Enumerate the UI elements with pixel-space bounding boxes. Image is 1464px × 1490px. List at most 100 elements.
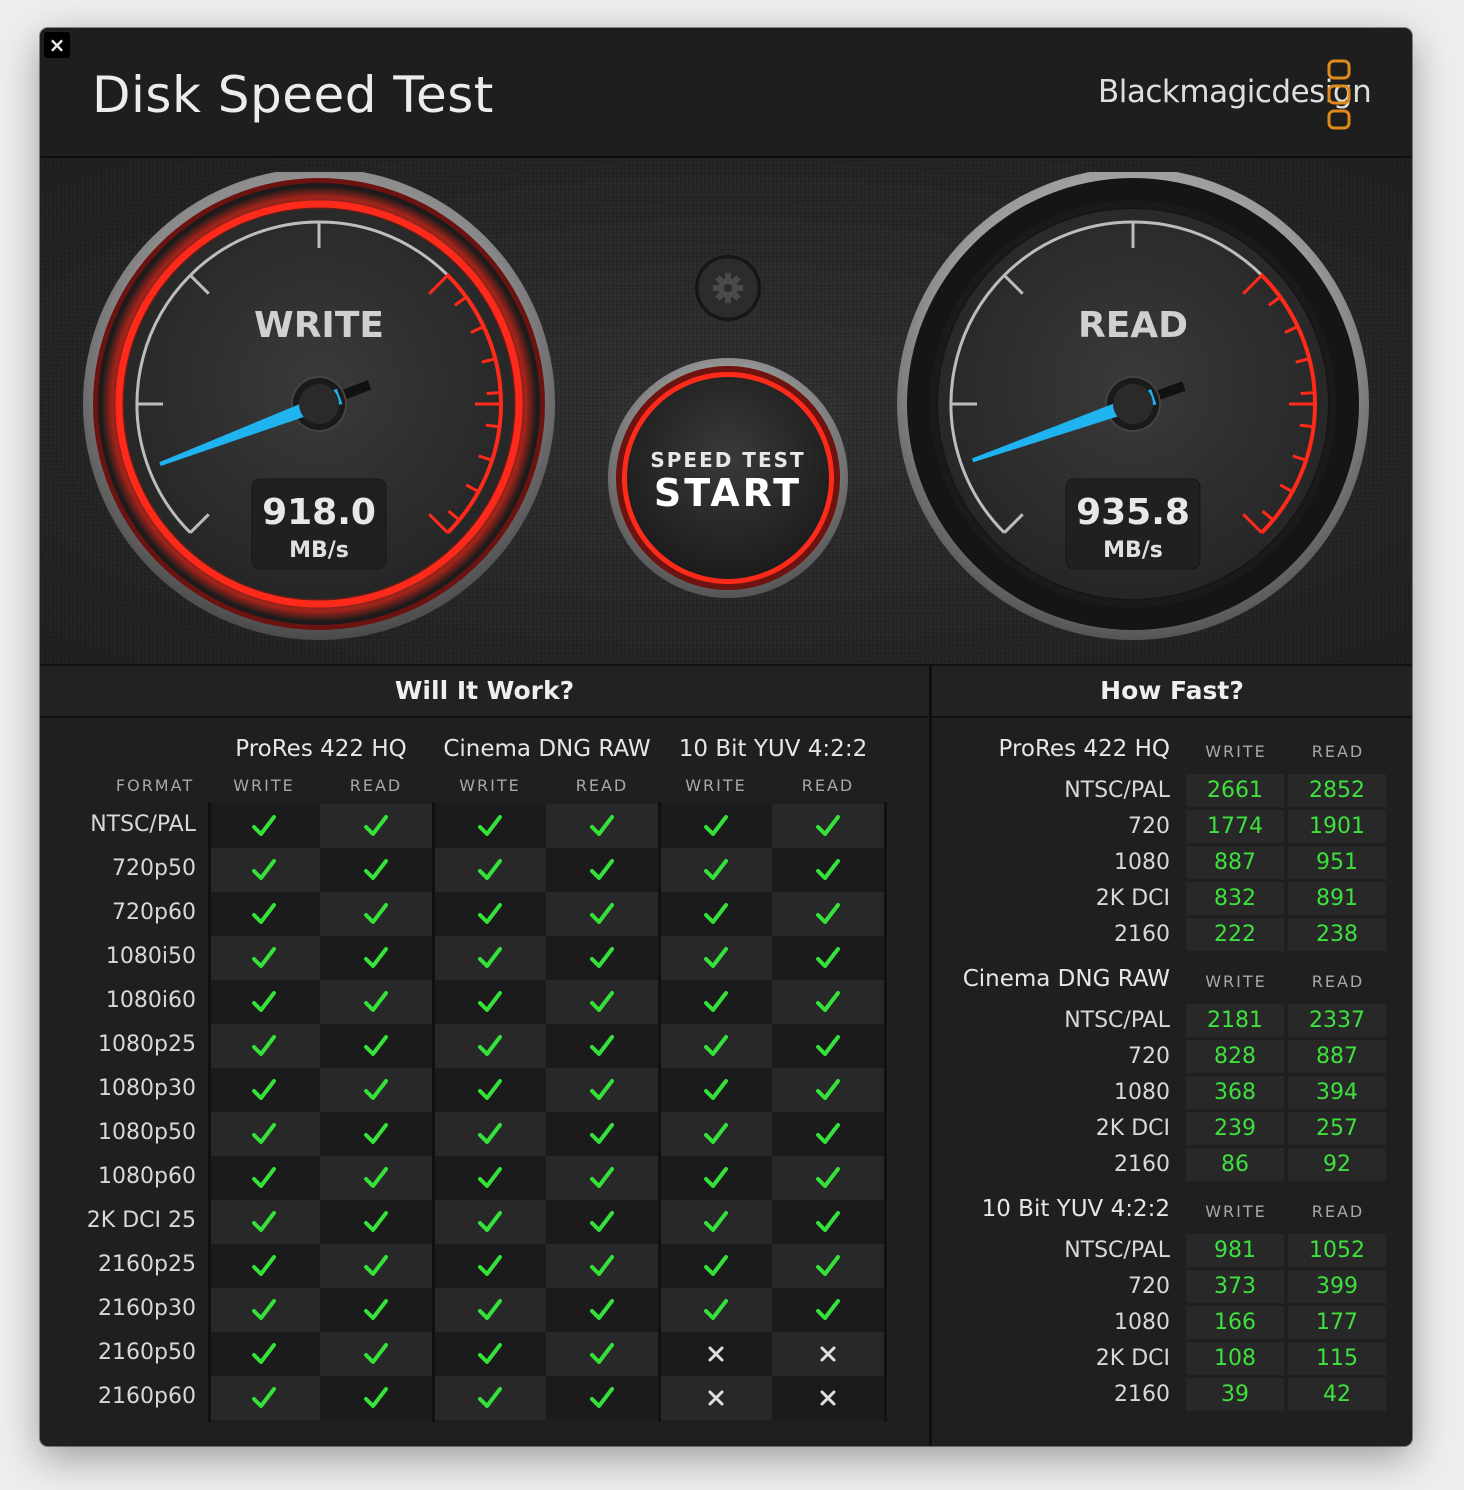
- result-cell: [208, 1112, 320, 1156]
- checkmark-icon: [478, 1167, 502, 1188]
- result-cell: [208, 936, 320, 980]
- result-cell: [772, 1332, 884, 1376]
- result-cell: [546, 848, 658, 892]
- result-cell: [772, 848, 884, 892]
- checkmark-icon: [704, 1255, 728, 1276]
- checkmark-icon: [364, 859, 388, 880]
- result-cell: [772, 1112, 884, 1156]
- will-it-work-panel: Will It Work? ProRes 422 HQ Cinema DNG RA…: [40, 666, 929, 1446]
- result-cell: [660, 1156, 772, 1200]
- checkmark-icon: [478, 1387, 502, 1408]
- read-speed-cell: 2337: [1288, 1004, 1386, 1037]
- speed-test-start-button[interactable]: SPEED TEST START: [606, 356, 850, 600]
- checkmark-icon: [590, 1167, 614, 1188]
- checkmark-icon: [816, 1167, 840, 1188]
- settings-button[interactable]: [694, 254, 762, 322]
- format-row-label: 2160p60: [98, 1384, 196, 1409]
- result-cell: [772, 1288, 884, 1332]
- result-cell: [772, 980, 884, 1024]
- checkmark-icon: [364, 991, 388, 1012]
- speed-row-label: 2K DCI: [1095, 1346, 1170, 1371]
- cross-icon: [820, 1390, 836, 1406]
- table-divider: [208, 802, 211, 1422]
- result-cell: [208, 1288, 320, 1332]
- result-cell: [772, 804, 884, 848]
- start-button-label: START: [654, 471, 802, 515]
- speed-row-label: 2160: [1114, 1382, 1170, 1407]
- table-divider: [658, 802, 661, 1422]
- write-gauge: WRITE 918.0 MB/s: [83, 172, 555, 640]
- checkmark-icon: [704, 1211, 728, 1232]
- read-speed-cell: 238: [1288, 918, 1386, 951]
- read-speed-cell: 257: [1288, 1112, 1386, 1145]
- speed-row-label: NTSC/PAL: [1064, 1008, 1170, 1033]
- checkmark-icon: [364, 1255, 388, 1276]
- result-cell: [660, 1112, 772, 1156]
- result-cell: [320, 804, 432, 848]
- checkmark-icon: [816, 1035, 840, 1056]
- checkmark-icon: [816, 903, 840, 924]
- result-cell: [546, 1376, 658, 1420]
- result-cell: [320, 1332, 432, 1376]
- format-group-title: 10 Bit YUV 4:2:2: [678, 736, 868, 762]
- result-cell: [772, 1068, 884, 1112]
- checkmark-icon: [816, 991, 840, 1012]
- checkmark-icon: [252, 1387, 276, 1408]
- format-row-label: 2160p50: [98, 1340, 196, 1365]
- checkmark-icon: [252, 991, 276, 1012]
- checkmark-icon: [704, 859, 728, 880]
- result-cell: [660, 1376, 772, 1420]
- checkmark-icon: [478, 859, 502, 880]
- app-window: Disk Speed Test Blackmagicdesign × WRITE…: [40, 28, 1412, 1446]
- read-speed-cell: 2852: [1288, 774, 1386, 807]
- result-cell: [320, 1024, 432, 1068]
- format-group-title: ProRes 422 HQ: [235, 736, 407, 762]
- result-cell: [660, 980, 772, 1024]
- how-fast-panel: How Fast? ProRes 422 HQ WRITE READ NTSC/PAL…: [932, 666, 1412, 1446]
- result-cell: [320, 1068, 432, 1112]
- read-gauge: READ 935.8 MB/s: [897, 172, 1369, 640]
- checkmark-icon: [252, 1343, 276, 1364]
- result-cell: [546, 1068, 658, 1112]
- checkmark-icon: [252, 903, 276, 924]
- checkmark-icon: [252, 1299, 276, 1320]
- result-cell: [434, 1112, 546, 1156]
- results-area: Will It Work? ProRes 422 HQ Cinema DNG RA…: [40, 666, 1412, 1446]
- result-cell: [660, 892, 772, 936]
- result-cell: [320, 1376, 432, 1420]
- checkmark-icon: [590, 815, 614, 836]
- speed-row-label: 1080: [1114, 1310, 1170, 1335]
- result-cell: [320, 936, 432, 980]
- checkmark-icon: [364, 1211, 388, 1232]
- result-cell: [660, 1244, 772, 1288]
- checkmark-icon: [478, 1035, 502, 1056]
- result-cell: [660, 1200, 772, 1244]
- how-fast-title: How Fast?: [932, 666, 1412, 718]
- result-cell: [208, 1024, 320, 1068]
- checkmark-icon: [816, 859, 840, 880]
- format-row-label: 720p50: [112, 856, 196, 881]
- read-speed-cell: 394: [1288, 1076, 1386, 1109]
- speed-row-label: 720: [1128, 1044, 1170, 1069]
- result-cell: [320, 1244, 432, 1288]
- read-speed-cell: 887: [1288, 1040, 1386, 1073]
- checkmark-icon: [364, 1299, 388, 1320]
- result-cell: [546, 1288, 658, 1332]
- checkmark-icon: [252, 1167, 276, 1188]
- checkmark-icon: [590, 1079, 614, 1100]
- result-cell: [434, 1376, 546, 1420]
- result-cell: [546, 804, 658, 848]
- close-button[interactable]: ×: [44, 32, 70, 58]
- checkmark-icon: [816, 1255, 840, 1276]
- start-button-caption: SPEED TEST: [650, 448, 805, 472]
- speed-group-title: Cinema DNG RAW: [962, 966, 1170, 992]
- checkmark-icon: [478, 1343, 502, 1364]
- result-cell: [660, 804, 772, 848]
- speed-row-label: 720: [1128, 814, 1170, 839]
- speed-row-label: 1080: [1114, 1080, 1170, 1105]
- will-it-work-title: Will It Work?: [40, 666, 929, 718]
- read-column-header: READ: [1311, 1202, 1365, 1221]
- result-cell: [208, 892, 320, 936]
- write-speed-cell: 39: [1186, 1378, 1284, 1411]
- result-cell: [546, 1332, 658, 1376]
